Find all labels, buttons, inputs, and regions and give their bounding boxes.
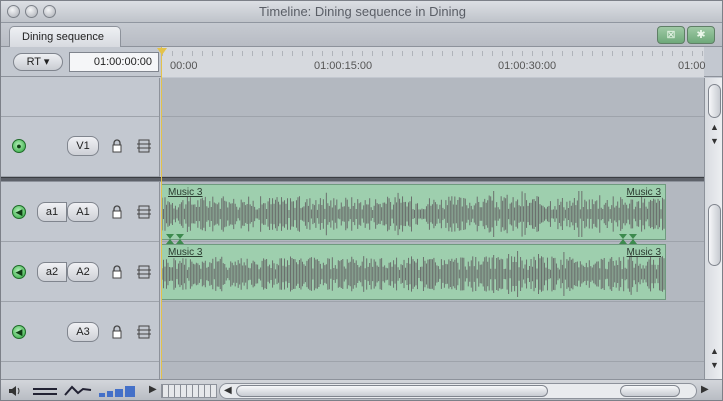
source-control-a2[interactable]: a2: [37, 262, 67, 282]
timeline-ruler[interactable]: 00:00 01:00:15:00 01:00:30:00 01:00: [161, 47, 706, 77]
scroll-up-arrow[interactable]: ▲: [710, 122, 719, 132]
waveform: [162, 191, 665, 237]
track-header-a2: ◀ a2 A2: [1, 242, 159, 302]
snap-icon: ⊠: [666, 29, 676, 41]
link-marker-icon: [619, 234, 637, 244]
destination-control-v1[interactable]: V1: [67, 136, 99, 156]
speaker-icon: ◀: [15, 327, 23, 337]
scroll-left-arrow[interactable]: ◀: [224, 385, 232, 396]
ruler-ticks: [162, 51, 704, 56]
lock-icon[interactable]: [112, 139, 122, 153]
track-v2-empty: [161, 78, 704, 117]
video-scroll-thumb[interactable]: [708, 84, 721, 118]
track-label: V1: [76, 140, 90, 152]
auto-select-icon[interactable]: [137, 265, 151, 279]
lock-icon[interactable]: [112, 325, 122, 339]
rt-menu-button[interactable]: RT ▾: [13, 53, 63, 71]
track-enable-button[interactable]: ◀: [12, 325, 26, 339]
scroll-up-arrow[interactable]: ▲: [710, 346, 719, 356]
horizontal-scrollbar[interactable]: ◀: [219, 383, 697, 399]
audio-clip[interactable]: Music 3 Music 3: [161, 244, 666, 300]
destination-control-a1[interactable]: A1: [67, 202, 99, 222]
link-icon: ✱: [696, 29, 706, 41]
track-header-v1: ● V1: [1, 117, 159, 177]
auto-select-icon[interactable]: [137, 205, 151, 219]
rt-label: RT: [26, 56, 41, 68]
scroll-down-arrow[interactable]: ▼: [710, 360, 719, 370]
track-label: A2: [76, 266, 90, 278]
track-header-a1: ◀ a1 A1: [1, 182, 159, 242]
tab-dining-sequence[interactable]: Dining sequence: [9, 26, 121, 47]
vertical-scrollbar[interactable]: ▲ ▼ ▲ ▼: [704, 78, 722, 379]
track-label: a2: [45, 266, 59, 278]
track-v1[interactable]: [161, 117, 704, 177]
source-control-a1[interactable]: a1: [37, 202, 67, 222]
auto-select-icon[interactable]: [137, 139, 151, 153]
ruler-mark: 01:00: [678, 60, 706, 72]
horizontal-scroll-thumb-end[interactable]: [620, 385, 680, 397]
destination-control-a3[interactable]: A3: [67, 322, 99, 342]
track-a2[interactable]: Music 3 Music 3: [161, 234, 704, 302]
waveform: [162, 251, 665, 297]
playhead-handle[interactable]: [157, 48, 167, 55]
speaker-icon[interactable]: [7, 383, 23, 399]
chevron-down-icon: ▾: [43, 56, 50, 68]
title-bar[interactable]: Timeline: Dining sequence in Dining: [1, 1, 722, 23]
zoom-slider[interactable]: [161, 384, 217, 398]
ruler-mark: 01:00:15:00: [314, 60, 373, 72]
clip-name: Music 3: [626, 187, 661, 198]
track-label: a1: [45, 206, 59, 218]
snapping-button[interactable]: ⊠: [657, 26, 685, 44]
clip-name: Music 3: [168, 187, 203, 198]
zoom-arrow-icon[interactable]: ▶: [149, 384, 157, 395]
timeline-window: Timeline: Dining sequence in Dining Dini…: [0, 0, 723, 401]
scroll-right-arrow[interactable]: ▶: [701, 384, 709, 395]
clip-name: Music 3: [626, 247, 661, 258]
speaker-icon: ◀: [15, 267, 23, 277]
current-timecode-field[interactable]: 01:00:00:00: [69, 52, 159, 72]
video-audio-divider[interactable]: [1, 177, 722, 182]
ruler-mark: 01:00:30:00: [498, 60, 557, 72]
track-header-a3: ◀ A3: [1, 302, 159, 362]
track-height-icon[interactable]: [97, 383, 139, 399]
horizontal-scroll-thumb[interactable]: [236, 385, 548, 397]
tab-strip: Dining sequence ⊠ ✱: [1, 23, 722, 47]
speaker-icon: ◀: [15, 207, 23, 217]
audio-scroll-thumb[interactable]: [708, 204, 721, 266]
track-header-column: ● V1 ◀ a1 A1 ◀ a2 A2 ◀ A3: [1, 78, 160, 379]
eye-icon: ●: [16, 141, 22, 151]
linking-button[interactable]: ✱: [687, 26, 715, 44]
track-label: A3: [76, 326, 90, 338]
keyframe-graph-icon[interactable]: [63, 383, 93, 399]
track-a3[interactable]: [161, 302, 704, 362]
audio-clip[interactable]: Music 3 Music 3: [161, 184, 666, 240]
lock-icon[interactable]: [112, 205, 122, 219]
track-enable-button[interactable]: ◀: [12, 205, 26, 219]
scroll-down-arrow[interactable]: ▼: [710, 136, 719, 146]
track-a1[interactable]: Music 3 Music 3: [161, 182, 704, 242]
track-enable-button[interactable]: ◀: [12, 265, 26, 279]
track-label: A1: [76, 206, 90, 218]
track-header-spacer: [1, 78, 159, 117]
window-title: Timeline: Dining sequence in Dining: [259, 4, 466, 19]
lock-icon[interactable]: [112, 265, 122, 279]
auto-select-icon[interactable]: [137, 325, 151, 339]
ruler-mark: 00:00: [170, 60, 198, 72]
track-enable-button[interactable]: ●: [12, 139, 26, 153]
clip-overlays-icon[interactable]: [31, 383, 59, 399]
track-area[interactable]: Music 3 Music 3 Music 3 Music 3: [161, 78, 704, 379]
timeline-bottom-bar: ▶ ◀ ▶: [1, 379, 722, 400]
destination-control-a2[interactable]: A2: [67, 262, 99, 282]
link-marker-icon: [166, 234, 184, 244]
clip-name: Music 3: [168, 247, 203, 258]
timeline-controls: RT ▾ 01:00:00:00 00:00 01:00:15:00 01:00…: [1, 47, 722, 77]
playhead[interactable]: [161, 47, 162, 379]
